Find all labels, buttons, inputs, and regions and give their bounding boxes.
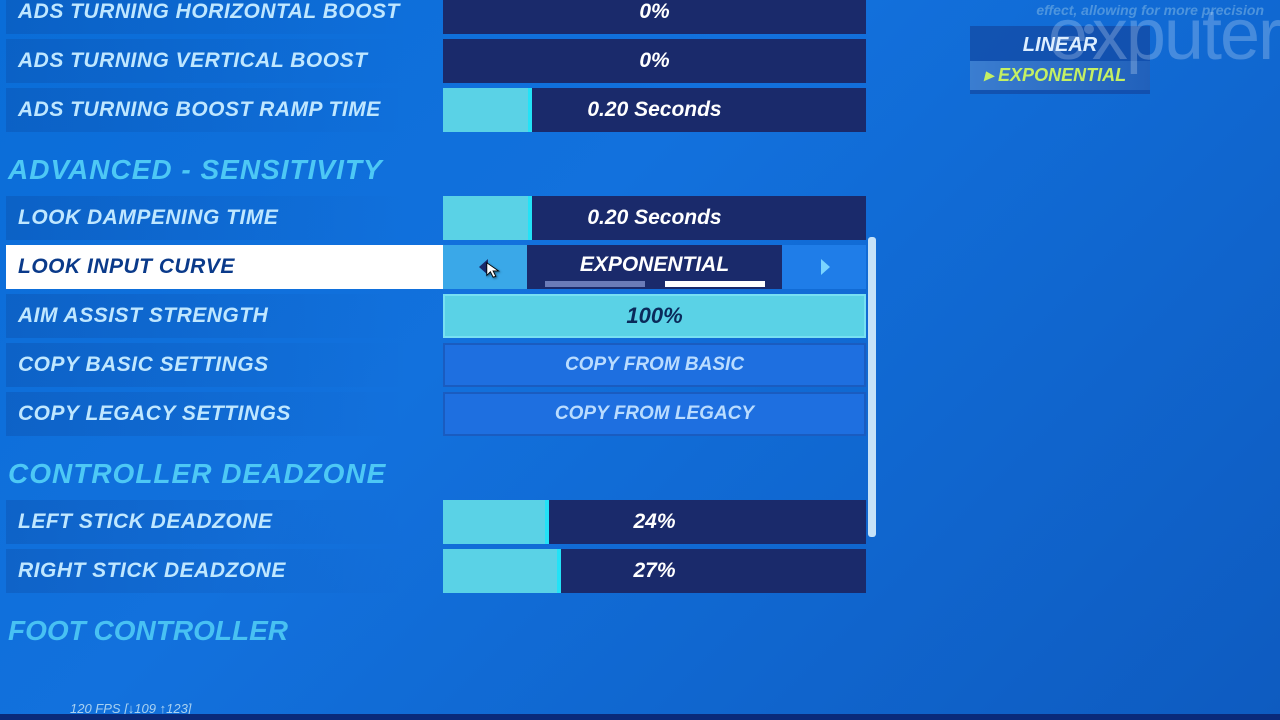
row-copy-legacy: COPY LEGACY SETTINGS COPY FROM LEGACY xyxy=(6,392,866,436)
label: ADS TURNING BOOST RAMP TIME xyxy=(6,88,443,132)
selector-prev-button[interactable] xyxy=(443,245,527,289)
row-copy-basic: COPY BASIC SETTINGS COPY FROM BASIC xyxy=(6,343,866,387)
row-ads-v-boost: ADS TURNING VERTICAL BOOST 0% xyxy=(6,39,866,83)
label: LEFT STICK DEADZONE xyxy=(6,500,443,544)
watermark: exputer xyxy=(1048,10,1280,60)
row-left-deadzone: LEFT STICK DEADZONE 24% xyxy=(6,500,866,544)
slider[interactable]: 0% xyxy=(443,0,866,34)
label: COPY BASIC SETTINGS xyxy=(6,343,443,387)
slider[interactable]: 0.20 Seconds xyxy=(443,88,866,132)
label: RIGHT STICK DEADZONE xyxy=(6,549,443,593)
row-right-deadzone: RIGHT STICK DEADZONE 27% xyxy=(6,549,866,593)
slider[interactable]: 100% xyxy=(443,294,866,338)
selector-next-button[interactable] xyxy=(782,245,866,289)
section-sensitivity: ADVANCED - SENSITIVITY xyxy=(8,154,866,186)
copy-basic-button[interactable]: COPY FROM BASIC xyxy=(443,343,866,387)
selector-value: EXPONENTIAL xyxy=(527,245,782,289)
row-ads-h-boost: ADS TURNING HORIZONTAL BOOST 0% xyxy=(6,0,866,34)
label: LOOK INPUT CURVE xyxy=(6,245,443,289)
row-look-dampening: LOOK DAMPENING TIME 0.20 Seconds xyxy=(6,196,866,240)
slider[interactable]: 0% xyxy=(443,39,866,83)
slider[interactable]: 0.20 Seconds xyxy=(443,196,866,240)
row-look-input-curve: LOOK INPUT CURVE EXPONENTIAL xyxy=(6,245,866,289)
slider[interactable]: 24% xyxy=(443,500,866,544)
label: ADS TURNING VERTICAL BOOST xyxy=(6,39,443,83)
copy-legacy-button[interactable]: COPY FROM LEGACY xyxy=(443,392,866,436)
section-deadzone: CONTROLLER DEADZONE xyxy=(8,458,866,490)
slider[interactable]: 27% xyxy=(443,549,866,593)
label: AIM ASSIST STRENGTH xyxy=(6,294,443,338)
row-aim-assist: AIM ASSIST STRENGTH 100% xyxy=(6,294,866,338)
label: ADS TURNING HORIZONTAL BOOST xyxy=(6,0,443,34)
label: COPY LEGACY SETTINGS xyxy=(6,392,443,436)
section-foot-controller: FOOT CONTROLLER xyxy=(8,615,866,647)
settings-panel: ADS TURNING HORIZONTAL BOOST 0% ADS TURN… xyxy=(6,0,866,647)
row-ads-ramp: ADS TURNING BOOST RAMP TIME 0.20 Seconds xyxy=(6,88,866,132)
scrollbar[interactable] xyxy=(868,237,876,537)
bottom-divider xyxy=(0,714,1280,720)
label: LOOK DAMPENING TIME xyxy=(6,196,443,240)
